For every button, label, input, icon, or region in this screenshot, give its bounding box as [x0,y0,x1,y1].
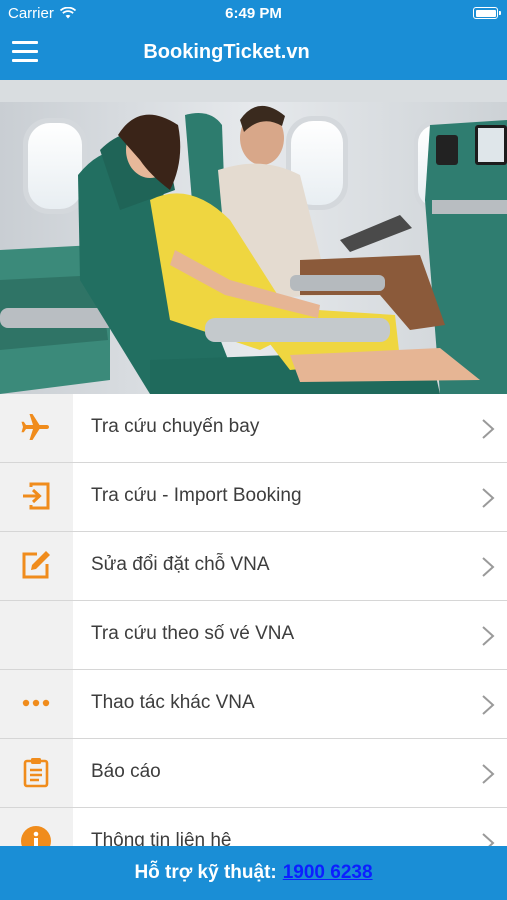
chevron-right-icon [482,419,495,439]
clock-time: 6:49 PM [225,5,282,22]
import-icon [23,482,50,510]
more-dots-icon [22,699,50,707]
menu-item-label: Sửa đổi đặt chỗ VNA [91,554,270,575]
status-bar: Carrier 6:49 PM [0,0,507,28]
menu-item-label: Tra cứu - Import Booking [91,485,302,506]
battery-icon [473,7,501,19]
chevron-right-icon [482,695,495,715]
main-menu-list: Tra cứu chuyến bay Tra cứu - Import Book… [0,394,507,877]
support-footer: Hỗ trợ kỹ thuật: 1900 6238 [0,846,507,900]
menu-item-other-actions[interactable]: Thao tác khác VNA [0,670,507,739]
chevron-right-icon [482,764,495,784]
menu-item-label: Báo cáo [91,761,161,782]
menu-item-label: Thao tác khác VNA [91,692,255,713]
chevron-right-icon [482,488,495,508]
chevron-right-icon [482,626,495,646]
airplane-icon [21,414,49,440]
menu-item-label: Tra cứu theo số vé VNA [91,623,295,644]
chevron-right-icon [482,557,495,577]
hero-cabin-image [0,80,507,394]
menu-item-flight-search[interactable]: Tra cứu chuyến bay [0,394,507,463]
support-label: Hỗ trợ kỹ thuật: [134,862,277,883]
menu-item-modify-booking[interactable]: Sửa đổi đặt chỗ VNA [0,532,507,601]
app-title: BookingTicket.vn [143,41,310,63]
app-header: BookingTicket.vn [0,28,507,80]
edit-icon [22,551,50,579]
menu-item-report[interactable]: Báo cáo [0,739,507,808]
support-phone-link[interactable]: 1900 6238 [283,862,373,883]
menu-item-import-booking[interactable]: Tra cứu - Import Booking [0,463,507,532]
menu-item-ticket-lookup[interactable]: Tra cứu theo số vé VNA [0,601,507,670]
clipboard-icon [23,758,49,788]
menu-item-label: Tra cứu chuyến bay [91,416,260,437]
